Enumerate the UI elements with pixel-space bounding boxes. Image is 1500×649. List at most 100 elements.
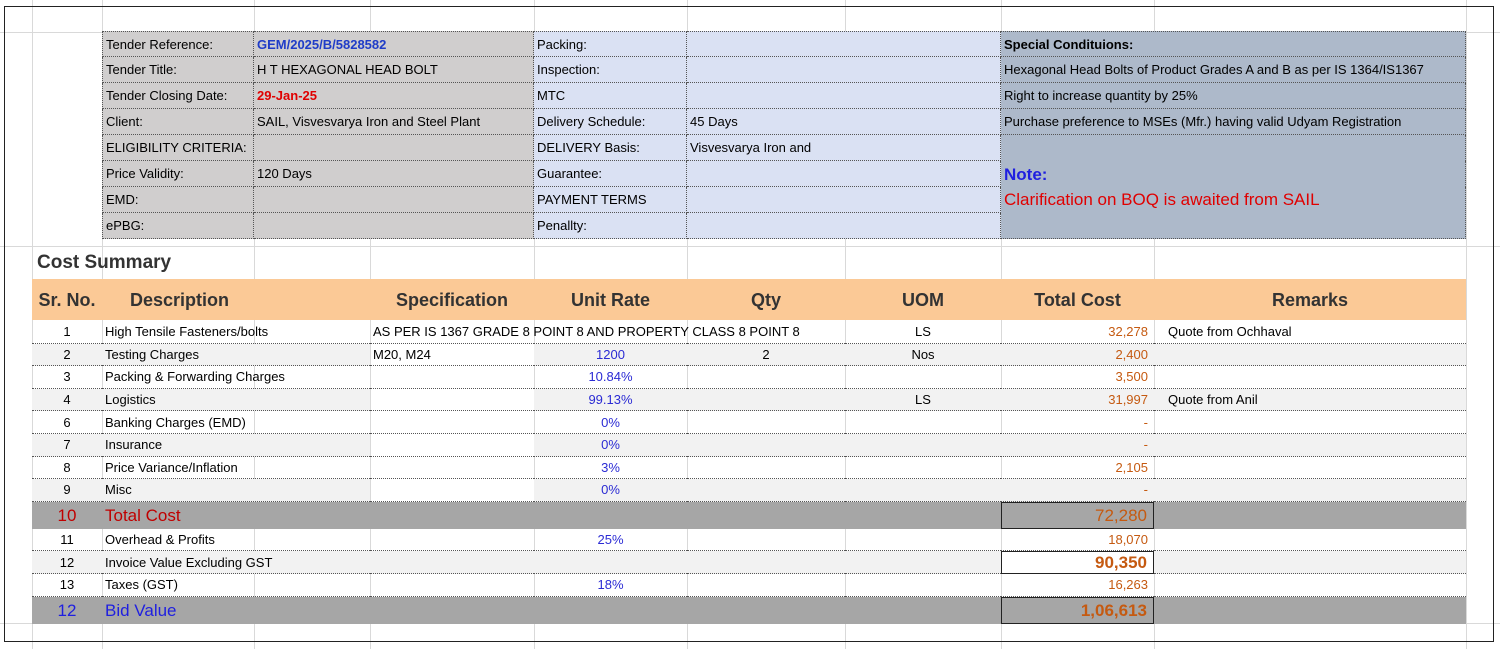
row-description[interactable]: Logistics — [102, 388, 370, 412]
column-header[interactable]: UOM — [845, 279, 1001, 320]
row-uom[interactable] — [845, 529, 1001, 552]
row-remarks[interactable] — [1154, 411, 1466, 434]
row-sr[interactable]: 12 — [32, 551, 102, 574]
terms-value[interactable]: 45 Days — [687, 109, 1001, 135]
row-specification[interactable]: AS PER IS 1367 GRADE 8 POINT 8 AND PROPE… — [370, 321, 800, 344]
row-sr[interactable]: 13 — [32, 574, 102, 597]
tender-value[interactable] — [254, 213, 534, 239]
row-specification[interactable] — [370, 457, 534, 480]
column-header[interactable]: Remarks — [1154, 279, 1466, 320]
column-header[interactable]: Qty — [687, 279, 845, 320]
row-remarks[interactable] — [1154, 551, 1466, 574]
row-unit-rate[interactable]: 18% — [534, 574, 687, 597]
row-total-cost[interactable]: 31,997 — [1001, 388, 1154, 412]
row-unit-rate[interactable]: 1200 — [534, 343, 687, 367]
row-remarks[interactable] — [1154, 343, 1466, 367]
terms-value[interactable] — [687, 83, 1001, 109]
row-description[interactable]: Insurance — [102, 434, 370, 457]
row-sr[interactable]: 7 — [32, 434, 102, 457]
tender-label[interactable]: EMD: — [102, 187, 254, 213]
row-total-cost[interactable]: - — [1001, 479, 1154, 502]
row-total-cost[interactable]: 2,400 — [1001, 343, 1154, 367]
total-cost-row-total[interactable]: 72,280 — [1001, 501, 1154, 529]
row-specification[interactable] — [370, 366, 534, 389]
row-sr[interactable]: 4 — [32, 388, 102, 412]
row-uom[interactable] — [845, 366, 1001, 389]
row-specification[interactable] — [370, 551, 534, 574]
row-description[interactable]: Testing Charges — [102, 343, 370, 367]
row-uom[interactable] — [845, 411, 1001, 434]
row-qty[interactable] — [687, 574, 845, 597]
terms-label[interactable]: Guarantee: — [534, 161, 687, 187]
tender-value[interactable]: H T HEXAGONAL HEAD BOLT — [254, 57, 534, 83]
row-qty[interactable] — [687, 529, 845, 552]
row-unit-rate[interactable]: 3% — [534, 457, 687, 480]
terms-label[interactable]: Inspection: — [534, 57, 687, 83]
row-remarks[interactable] — [1154, 457, 1466, 480]
row-sr[interactable]: 11 — [32, 529, 102, 552]
terms-label[interactable]: DELIVERY Basis: — [534, 135, 687, 161]
total-cost-row-label[interactable]: Total Cost — [102, 501, 1001, 529]
row-unit-rate[interactable]: 25% — [534, 529, 687, 552]
terms-value[interactable]: Visvesvarya Iron and — [687, 135, 1001, 161]
bid-row-total[interactable]: 1,06,613 — [1001, 596, 1154, 624]
terms-value[interactable] — [687, 57, 1001, 83]
tender-value[interactable]: 29-Jan-25 — [254, 83, 534, 109]
row-qty[interactable] — [687, 551, 845, 574]
column-header[interactable]: Total Cost — [1001, 279, 1154, 320]
special-condition-item[interactable]: Purchase preference to MSEs (Mfr.) havin… — [1001, 109, 1466, 135]
row-unit-rate[interactable] — [534, 551, 687, 574]
row-specification[interactable] — [370, 479, 534, 502]
tender-value[interactable]: SAIL, Visvesvarya Iron and Steel Plant — [254, 109, 534, 135]
row-remarks[interactable] — [1154, 574, 1466, 597]
row-sr[interactable]: 2 — [32, 343, 102, 367]
terms-label[interactable]: Penallty: — [534, 213, 687, 239]
row-uom[interactable]: Nos — [845, 343, 1001, 367]
special-condition-item[interactable]: Right to increase quantity by 25% — [1001, 83, 1466, 109]
row-description[interactable]: Taxes (GST) — [102, 574, 370, 597]
row-unit-rate[interactable]: 99.13% — [534, 388, 687, 412]
row-sr[interactable]: 3 — [32, 366, 102, 389]
row-unit-rate[interactable]: 10.84% — [534, 366, 687, 389]
row-total-cost[interactable]: 2,105 — [1001, 457, 1154, 480]
row-qty[interactable] — [687, 366, 845, 389]
row-total-cost[interactable]: 18,070 — [1001, 529, 1154, 552]
special-conditions-heading[interactable]: Special Condituions: — [1001, 31, 1466, 57]
row-total-cost[interactable]: - — [1001, 411, 1154, 434]
row-total-cost[interactable]: - — [1001, 434, 1154, 457]
row-description[interactable]: Packing & Forwarding Charges — [102, 366, 370, 389]
special-conditions-blank[interactable] — [1001, 135, 1466, 161]
note-text[interactable]: Clarification on BOQ is awaited from SAI… — [1001, 187, 1466, 239]
bid-row-remarks[interactable] — [1154, 596, 1466, 624]
tender-label[interactable]: ELIGIBILITY CRITERIA: — [102, 135, 254, 161]
terms-label[interactable]: MTC — [534, 83, 687, 109]
tender-label[interactable]: Tender Reference: — [102, 31, 254, 57]
row-sr[interactable]: 1 — [32, 321, 102, 344]
tender-label[interactable]: Price Validity: — [102, 161, 254, 187]
row-description[interactable]: High Tensile Fasteners/bolts — [102, 321, 370, 344]
row-description[interactable]: Price Variance/Inflation — [102, 457, 370, 480]
row-total-cost[interactable]: 90,350 — [1001, 551, 1154, 574]
row-description[interactable]: Banking Charges (EMD) — [102, 411, 370, 434]
row-unit-rate[interactable]: 0% — [534, 479, 687, 502]
row-total-cost[interactable]: 16,263 — [1001, 574, 1154, 597]
column-header[interactable]: Description — [102, 279, 370, 320]
bid-row-label[interactable]: Bid Value — [102, 596, 1001, 624]
tender-value[interactable] — [254, 135, 534, 161]
row-remarks[interactable]: Quote from Anil — [1154, 388, 1466, 412]
terms-label[interactable]: Delivery Schedule: — [534, 109, 687, 135]
row-sr[interactable]: 8 — [32, 457, 102, 480]
tender-label[interactable]: Client: — [102, 109, 254, 135]
row-qty[interactable] — [687, 388, 845, 412]
total-cost-row-sr[interactable]: 10 — [32, 501, 102, 529]
row-uom[interactable] — [845, 551, 1001, 574]
terms-value[interactable] — [687, 187, 1001, 213]
bid-row-sr[interactable]: 12 — [32, 596, 102, 624]
tender-label[interactable]: Tender Title: — [102, 57, 254, 83]
terms-label[interactable]: PAYMENT TERMS — [534, 187, 687, 213]
tender-value[interactable] — [254, 187, 534, 213]
column-header[interactable]: Sr. No. — [32, 279, 102, 320]
row-specification[interactable] — [370, 389, 534, 412]
row-uom[interactable]: LS — [845, 321, 1001, 344]
row-uom[interactable] — [845, 574, 1001, 597]
